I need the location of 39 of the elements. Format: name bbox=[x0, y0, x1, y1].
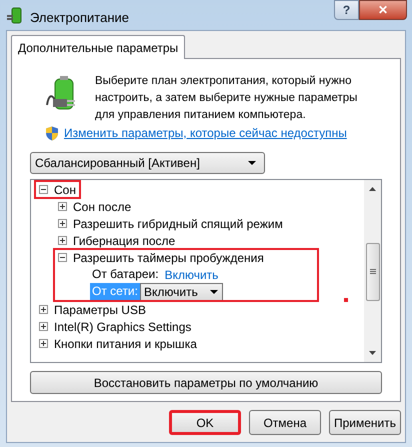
tree-item[interactable]: Разрешить гибридный спящий режим bbox=[73, 218, 283, 230]
scroll-down-icon[interactable] bbox=[369, 351, 376, 355]
expand-icon[interactable] bbox=[58, 219, 67, 228]
scroll-up-icon[interactable] bbox=[369, 187, 376, 191]
scrollbar[interactable] bbox=[364, 180, 381, 362]
caret-icon bbox=[248, 161, 256, 165]
change-settings-link[interactable]: Изменить параметры, которые сейчас недоступны bbox=[64, 124, 347, 142]
setting-label: От сети: bbox=[90, 283, 140, 300]
intro-text: Выберите план электропитания, который нужно настроить, а затем выберите нужные параметры для управления питанием компьютера. bbox=[95, 74, 358, 123]
expand-icon[interactable] bbox=[39, 339, 48, 348]
grip-icon bbox=[370, 269, 376, 275]
dialog-button[interactable]: OK bbox=[169, 410, 241, 435]
tree-item[interactable]: Параметры USB bbox=[54, 304, 146, 316]
setting-label: От батареи: bbox=[91, 266, 160, 283]
tree-item[interactable]: Разрешить таймеры пробуждения bbox=[73, 252, 264, 264]
collapse-icon[interactable] bbox=[58, 253, 67, 262]
shield-icon bbox=[45, 126, 59, 140]
window-title: Электропитание bbox=[30, 9, 129, 27]
expand-icon[interactable] bbox=[39, 322, 48, 331]
tree-item[interactable]: Кнопки питания и крышка bbox=[54, 338, 197, 350]
dialog-button[interactable]: Отмена bbox=[249, 410, 321, 435]
tree-item[interactable]: Сон после bbox=[73, 200, 132, 212]
plan-dropdown[interactable]: Сбалансированный [Активен] bbox=[30, 152, 265, 174]
setting-dropdown[interactable]: Включить bbox=[140, 282, 223, 300]
setting-link[interactable]: Включить bbox=[164, 266, 218, 284]
restore-defaults-button[interactable]: Восстановить параметры по умолчанию bbox=[30, 371, 382, 394]
expand-icon[interactable] bbox=[39, 305, 48, 314]
battery-plug-icon bbox=[6, 7, 24, 25]
expand-icon[interactable] bbox=[58, 236, 67, 245]
caret-icon bbox=[210, 290, 218, 294]
tree-item[interactable]: Intel(R) Graphics Settings bbox=[54, 320, 192, 332]
tree-item[interactable]: Гибернация после bbox=[73, 234, 176, 246]
help-button[interactable]: ? bbox=[334, 0, 359, 20]
expand-icon[interactable] bbox=[58, 202, 67, 211]
collapse-icon[interactable] bbox=[39, 185, 48, 194]
tree-item[interactable]: Сон bbox=[54, 184, 76, 196]
scroll-thumb[interactable] bbox=[366, 243, 380, 301]
tab[interactable]: Дополнительные параметры bbox=[11, 35, 186, 59]
dialog-button[interactable]: Применить bbox=[329, 410, 401, 435]
